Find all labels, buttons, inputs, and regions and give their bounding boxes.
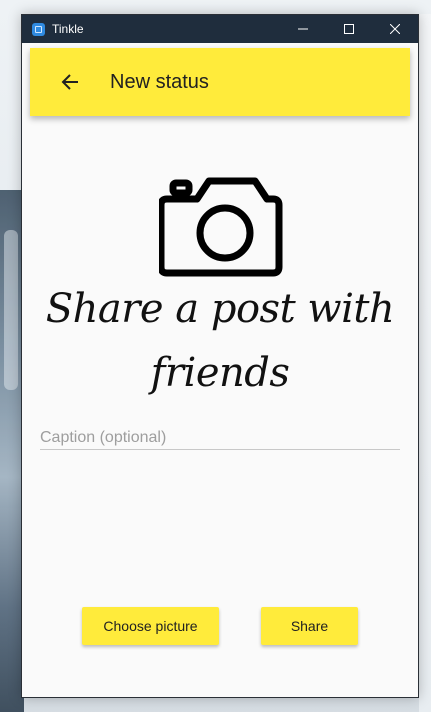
window-title: Tinkle <box>52 22 84 36</box>
close-button[interactable] <box>372 15 418 43</box>
back-button[interactable] <box>50 62 90 102</box>
app-bar: New status <box>30 48 410 116</box>
arrow-back-icon <box>61 74 78 90</box>
desktop-background-right <box>419 14 431 712</box>
caption-input[interactable] <box>40 428 400 448</box>
window-controls <box>280 15 418 43</box>
share-button[interactable]: Share <box>261 607 358 645</box>
minimize-icon <box>298 28 308 30</box>
app-window: Tinkle New status Share a post with frie… <box>21 14 419 698</box>
headline-text: Share a post with friends <box>45 286 395 396</box>
maximize-icon <box>344 24 354 34</box>
minimize-button[interactable] <box>280 15 326 43</box>
choose-picture-button[interactable]: Choose picture <box>82 607 219 645</box>
window-titlebar[interactable]: Tinkle <box>22 15 418 43</box>
close-icon <box>390 24 400 34</box>
app-icon <box>32 22 45 36</box>
camera-icon <box>159 177 283 277</box>
caption-field[interactable] <box>40 427 400 450</box>
page-title: New status <box>110 70 209 93</box>
maximize-button[interactable] <box>326 15 372 43</box>
